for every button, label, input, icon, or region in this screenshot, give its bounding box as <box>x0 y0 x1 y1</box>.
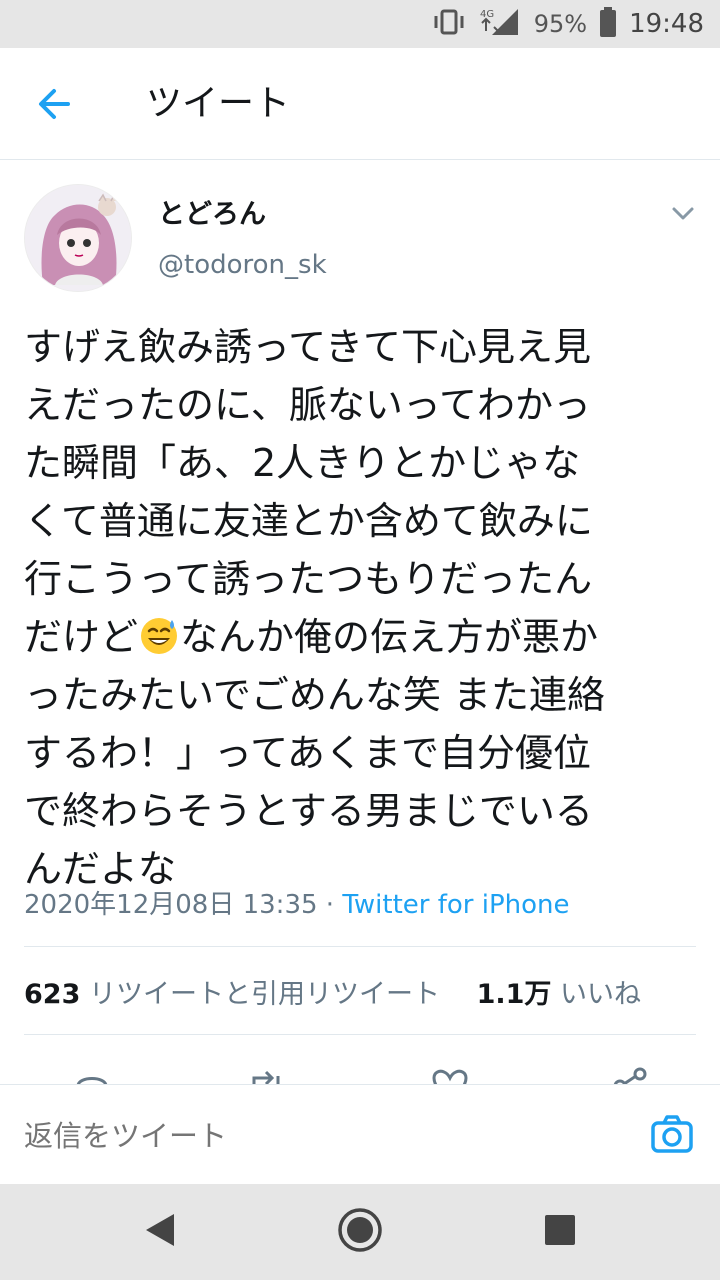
avatar[interactable] <box>24 184 132 292</box>
back-button[interactable] <box>26 78 82 134</box>
reply-bar <box>0 1084 720 1184</box>
tweet-meta: 2020年12月08日 13:35 · Twitter for iPhone <box>24 884 570 921</box>
like-count[interactable]: 1.1万 <box>477 979 552 1010</box>
signal-icon: 4G <box>478 7 522 41</box>
battery-icon <box>599 7 617 41</box>
nav-recents-button[interactable] <box>536 1208 584 1256</box>
author-name[interactable]: とどろん <box>158 192 266 231</box>
nav-home-icon <box>337 1207 383 1257</box>
nav-home-button[interactable] <box>336 1208 384 1256</box>
clock: 19:48 <box>629 9 704 39</box>
timestamp: 2020年12月08日 13:35 <box>24 890 318 920</box>
tweet-line: た瞬間「あ、2人きりとかじゃな <box>24 441 581 485</box>
vibrate-icon <box>432 8 466 40</box>
nav-back-button[interactable] <box>136 1208 184 1256</box>
camera-icon <box>650 1115 694 1161</box>
chevron-down-icon <box>668 207 698 232</box>
tweet-line-with-emoji: だけど なんか俺の伝え方が悪か <box>24 608 700 666</box>
divider <box>24 946 696 947</box>
grinning-sweat-emoji-icon <box>138 614 180 656</box>
meta-separator: · <box>317 890 343 920</box>
nav-back-icon <box>140 1210 180 1254</box>
back-arrow-icon <box>36 86 72 126</box>
divider <box>24 1034 696 1035</box>
tweet-line: えだったのに、脈ないってわかっ <box>24 383 591 427</box>
engagement-stats: 623 リツイートと引用リツイート 1.1万 いいね <box>24 972 641 1011</box>
retweet-count[interactable]: 623 <box>24 979 80 1010</box>
share-button[interactable] <box>610 1066 650 1084</box>
author-handle[interactable]: @todoron_sk <box>158 250 327 280</box>
app-header: ツイート <box>0 48 720 160</box>
tweet-line: するわ！」ってあくまで自分優位 <box>24 731 591 775</box>
reply-button[interactable] <box>72 1066 112 1084</box>
camera-button[interactable] <box>650 1113 694 1157</box>
status-bar: 4G 95% 19:48 <box>0 0 720 48</box>
tweet-menu-button[interactable] <box>668 198 698 228</box>
page-title: ツイート <box>146 83 291 124</box>
tweet-line: 行こうって誘ったつもりだったん <box>24 557 593 601</box>
tweet-line: ったみたいでごめんな笑 また連絡 <box>24 673 605 717</box>
retweet-label[interactable]: リツイートと引用リツイート <box>89 979 440 1010</box>
nav-recents-icon <box>543 1213 577 1251</box>
network-type: 4G <box>480 9 494 20</box>
tweet-line-part: なんか俺の伝え方が悪か <box>180 615 599 659</box>
like-label[interactable]: いいね <box>560 979 641 1010</box>
tweet-line: くて普通に友達とか含めて飲みに <box>24 499 593 543</box>
reply-input[interactable] <box>24 1111 584 1161</box>
tweet-text: すげえ飲み誘ってきて下心見え見 えだったのに、脈ないってわかっ た瞬間「あ、2人… <box>24 318 700 898</box>
system-nav-bar <box>0 1184 720 1280</box>
tweet-actions <box>0 1060 720 1084</box>
source-link[interactable]: Twitter for iPhone <box>342 890 569 920</box>
tweet-line-part: だけど <box>24 615 139 659</box>
tweet-line: すげえ飲み誘ってきて下心見え見 <box>24 325 591 369</box>
retweet-button[interactable] <box>246 1066 286 1084</box>
like-button[interactable] <box>430 1066 470 1084</box>
battery-level: 95% <box>533 10 588 38</box>
tweet-line: で終わらそうとする男まじでいる <box>24 789 593 833</box>
